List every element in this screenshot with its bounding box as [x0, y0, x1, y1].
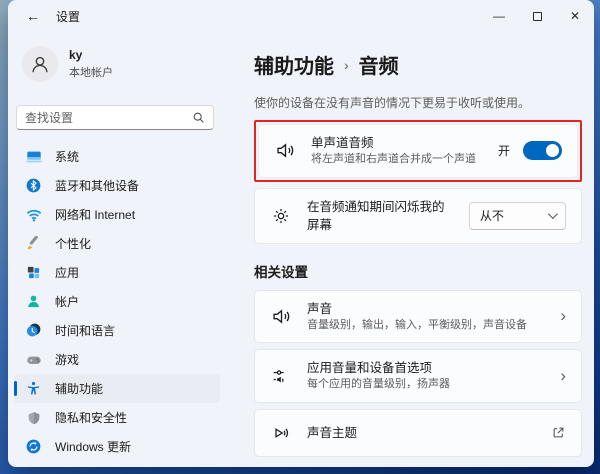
mono-audio-subtitle: 将左声道和右声道合并成一个声道 [311, 152, 483, 167]
bluetooth-icon [25, 177, 42, 194]
maximize-button[interactable] [518, 0, 556, 32]
related-settings-heading: 相关设置 [254, 261, 582, 281]
chevron-down-icon [548, 209, 558, 219]
sidebar-item-label: 时间和语言 [55, 322, 115, 339]
windows-update-icon [25, 438, 42, 455]
page-description: 使你的设备在没有声音的情况下更易于收听或使用。 [254, 94, 582, 111]
sidebar-item-gaming[interactable]: 游戏 [14, 345, 220, 374]
personalization-icon [25, 235, 42, 252]
sidebar-item-network[interactable]: 网络和 Internet [14, 200, 220, 229]
sidebar-item-time-language[interactable]: 时间和语言 [14, 316, 220, 345]
desktop: { "colors": { "accent": "#0067c0", "high… [0, 0, 600, 474]
settings-window: ← 设置 — ✕ ky 本地帐户 [8, 0, 594, 467]
person-icon [29, 53, 51, 75]
flash-screen-label: 在音频通知期间闪烁我的屏幕 [307, 198, 454, 234]
sidebar-item-label: 游戏 [55, 351, 79, 368]
main-content: 辅助功能 › 音频 使你的设备在没有声音的情况下更易于收听或使用。 单声道音频 … [220, 32, 594, 467]
sound-card-title: 声音 [307, 300, 545, 318]
sidebar-item-label: 辅助功能 [55, 380, 103, 397]
sidebar-item-privacy[interactable]: 隐私和安全性 [14, 403, 220, 432]
sidebar-item-label: 隐私和安全性 [55, 409, 127, 426]
search-input[interactable] [25, 111, 192, 125]
user-name: ky [69, 48, 113, 64]
sound-settings-card[interactable]: 声音 音量级别，输出，输入，平衡级别，声音设备 › [254, 290, 582, 344]
toggle-knob [546, 144, 559, 157]
sidebar-item-label: Windows 更新 [55, 438, 131, 455]
breadcrumb: 辅助功能 › 音频 [254, 50, 582, 79]
chevron-right-icon: › [560, 307, 566, 326]
gaming-icon [25, 351, 42, 368]
window-title: 设置 [56, 8, 80, 25]
back-button[interactable]: ← [20, 5, 46, 27]
breadcrumb-separator: › [344, 57, 349, 73]
search-box[interactable] [16, 105, 214, 130]
sidebar-item-windows-update[interactable]: Windows 更新 [14, 432, 220, 461]
close-button[interactable]: ✕ [556, 0, 594, 32]
sidebar-item-label: 应用 [55, 264, 79, 281]
network-icon [25, 206, 42, 223]
maximize-icon [533, 12, 542, 21]
speaker-icon [270, 306, 292, 328]
sound-theme-card[interactable]: 声音主题 [254, 409, 582, 457]
app-volume-subtitle: 每个应用的音量级别，扬声器 [307, 377, 545, 392]
sidebar-item-apps[interactable]: 应用 [14, 258, 220, 287]
system-icon [25, 148, 42, 165]
avatar [22, 46, 58, 82]
breadcrumb-parent[interactable]: 辅助功能 [254, 50, 334, 79]
sidebar-nav: 系统 蓝牙和其他设备 网络和 Internet [14, 142, 220, 461]
sound-theme-icon [270, 422, 292, 444]
mono-audio-card: 单声道音频 将左声道和右声道合并成一个声道 开 [258, 124, 578, 178]
page-title: 音频 [359, 50, 399, 79]
app-volume-card[interactable]: 应用音量和设备首选项 每个应用的音量级别，扬声器 › [254, 349, 582, 403]
sidebar-item-system[interactable]: 系统 [14, 142, 220, 171]
sidebar-item-accessibility[interactable]: 辅助功能 [14, 374, 220, 403]
mono-audio-toggle[interactable] [523, 141, 562, 160]
sound-theme-title: 声音主题 [307, 424, 535, 442]
privacy-icon [25, 409, 42, 426]
apps-icon [25, 264, 42, 281]
sidebar-item-label: 个性化 [55, 235, 91, 252]
sidebar-item-label: 蓝牙和其他设备 [55, 177, 139, 194]
sidebar: ky 本地帐户 系统 [14, 32, 220, 467]
sound-card-subtitle: 音量级别，输出，输入，平衡级别，声音设备 [307, 318, 545, 333]
time-language-icon [25, 322, 42, 339]
minimize-button[interactable]: — [480, 0, 518, 32]
mono-audio-title: 单声道音频 [311, 134, 483, 152]
accounts-icon [25, 293, 42, 310]
toggle-state-label: 开 [498, 142, 510, 159]
titlebar: ← 设置 — ✕ [8, 0, 594, 32]
search-icon [192, 111, 205, 124]
volume-mixer-icon [270, 365, 292, 387]
external-link-icon [550, 425, 566, 441]
highlight-annotation: 单声道音频 将左声道和右声道合并成一个声道 开 [254, 120, 582, 182]
flash-screen-dropdown[interactable]: 从不 [469, 202, 566, 230]
app-volume-title: 应用音量和设备首选项 [307, 359, 545, 377]
sidebar-item-bluetooth[interactable]: 蓝牙和其他设备 [14, 171, 220, 200]
user-account-type: 本地帐户 [69, 64, 113, 80]
sidebar-item-label: 帐户 [55, 293, 79, 310]
speaker-icon [274, 140, 296, 162]
flash-screen-card: 在音频通知期间闪烁我的屏幕 从不 [254, 188, 582, 244]
chevron-right-icon: › [560, 367, 566, 386]
sidebar-item-accounts[interactable]: 帐户 [14, 287, 220, 316]
sidebar-item-label: 网络和 Internet [55, 206, 135, 223]
user-account[interactable]: ky 本地帐户 [22, 46, 220, 82]
sidebar-item-personalization[interactable]: 个性化 [14, 229, 220, 258]
dropdown-selected-value: 从不 [480, 207, 548, 224]
sidebar-item-label: 系统 [55, 148, 79, 165]
accessibility-icon [25, 380, 42, 397]
flash-icon [270, 205, 292, 227]
